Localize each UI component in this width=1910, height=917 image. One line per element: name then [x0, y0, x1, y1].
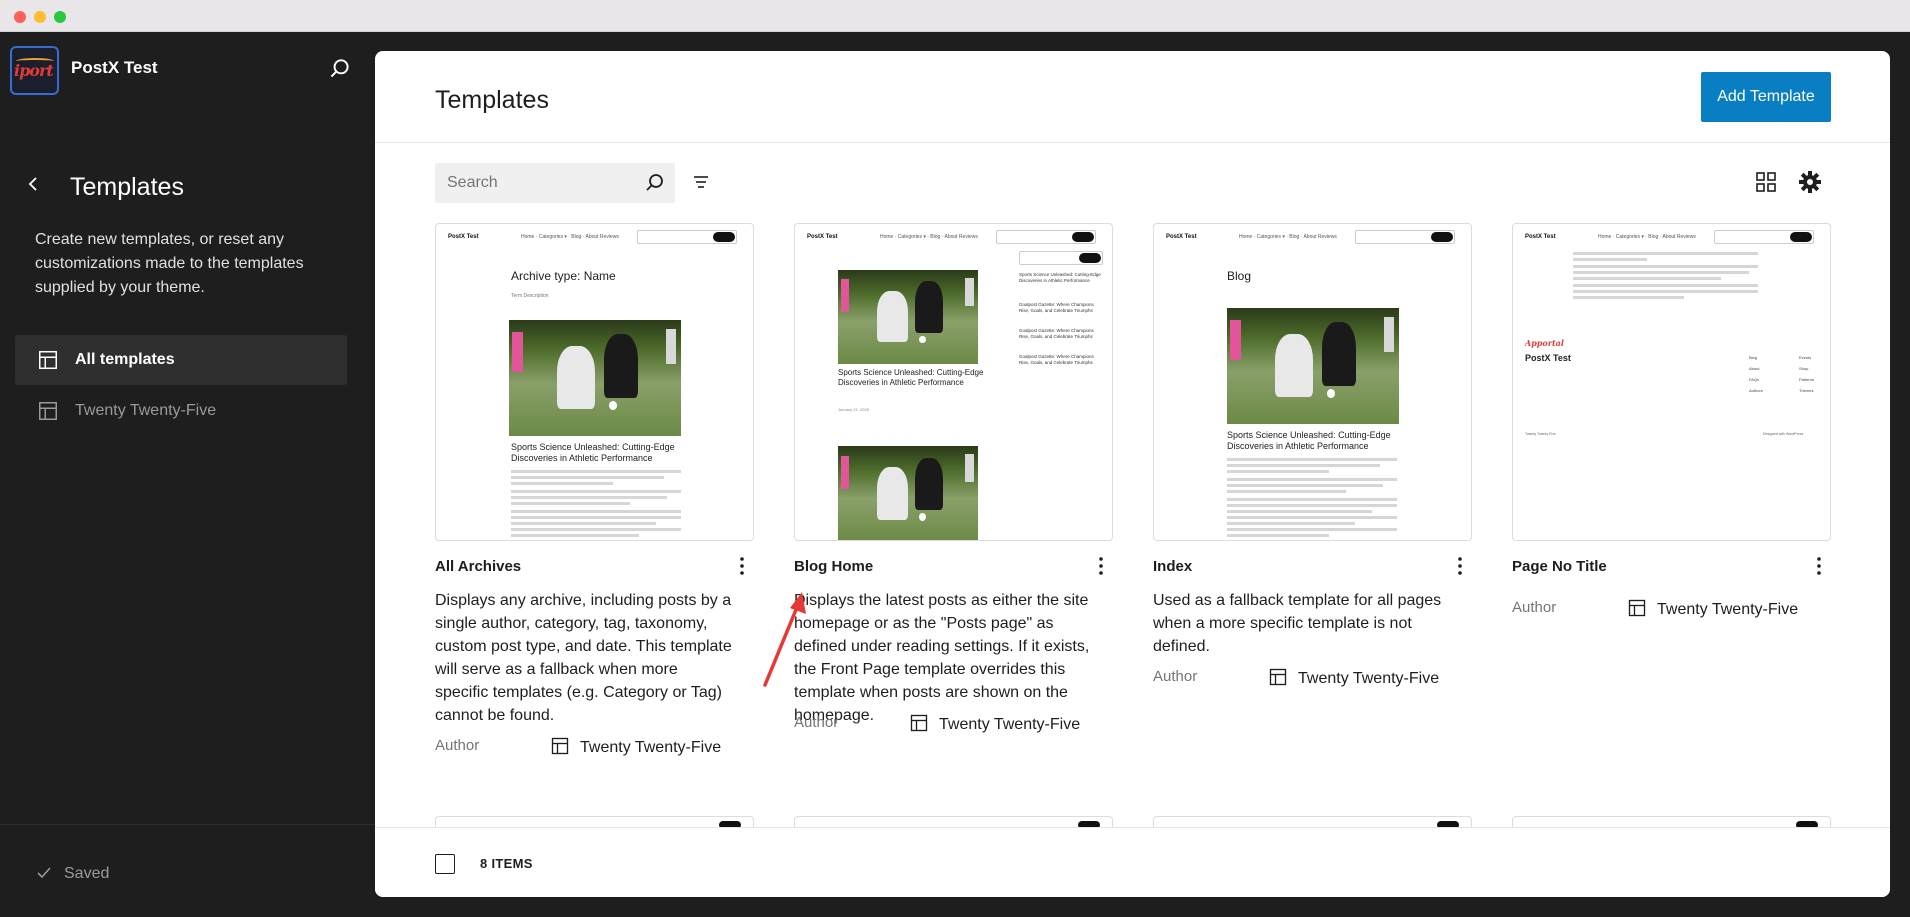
preview-sidebar-item: Sports Science Unleashed: Cutting-Edge D…: [1019, 272, 1101, 283]
layout-icon: [1628, 599, 1646, 617]
page-title: Templates: [435, 86, 549, 114]
preview-photo: [509, 320, 681, 436]
template-preview[interactable]: PostX Test Home · Categories ▾ · Blog · …: [1512, 223, 1831, 541]
check-icon: [37, 867, 51, 879]
sidebar-item-label: Twenty Twenty-Five: [75, 402, 217, 419]
preview-photo: [838, 446, 978, 540]
preview-footer-right: Designed with WordPress: [1763, 432, 1804, 436]
preview-logo-text: Apportal: [1525, 338, 1564, 348]
preview-brand: PostX Test: [1525, 353, 1571, 363]
more-options-icon[interactable]: [1449, 555, 1471, 577]
template-theme-name: Twenty Twenty-Five: [1298, 670, 1440, 687]
sidebar-footer: Saved: [0, 824, 375, 917]
save-status: Saved: [64, 865, 110, 882]
template-author-label: Author: [1153, 668, 1198, 685]
sidebar-title: Templates: [70, 173, 184, 201]
preview-photo: [838, 270, 978, 364]
preview-post-title: Sports Science Unleashed: Cutting-Edge D…: [838, 368, 984, 387]
template-title[interactable]: Index: [1153, 558, 1192, 575]
preview-links-a: Blog About FAQs Authors: [1749, 355, 1763, 393]
select-all-checkbox[interactable]: [435, 854, 455, 874]
template-preview[interactable]: PostX Test Home · Categories ▾ · Blog · …: [435, 223, 754, 541]
template-description: Used as a fallback template for all page…: [1153, 592, 1442, 655]
item-count: 8 ITEMS: [480, 856, 533, 871]
site-logo-text: iport: [14, 61, 54, 80]
annotation-arrow-icon: [763, 592, 806, 687]
sidebar-item-label: All templates: [75, 351, 175, 368]
gear-icon[interactable]: [1796, 168, 1824, 196]
minimize-window-button[interactable]: [34, 11, 46, 23]
template-author-label: Author: [794, 714, 839, 731]
template-theme-name: Twenty Twenty-Five: [580, 739, 722, 756]
site-logo[interactable]: iport: [10, 46, 59, 95]
preview-site-name: PostX Test: [807, 234, 838, 240]
preview-post-title: Sports Science Unleashed: Cutting-Edge D…: [1227, 430, 1391, 451]
template-theme: Twenty Twenty-Five: [550, 736, 721, 757]
more-options-icon[interactable]: [731, 555, 753, 577]
search-field[interactable]: [435, 163, 675, 203]
preview-post-title: Sports Science Unleashed: Cutting-Edge D…: [511, 442, 675, 463]
site-name[interactable]: PostX Test: [71, 58, 158, 78]
layout-icon: [910, 714, 928, 732]
search-icon[interactable]: [643, 171, 667, 195]
preview-footer-left: Twenty Twenty-Five: [1525, 432, 1556, 436]
template-title[interactable]: Blog Home: [794, 558, 873, 575]
add-template-button[interactable]: Add Template: [1701, 72, 1831, 122]
close-window-button[interactable]: [14, 11, 26, 23]
template-theme-name: Twenty Twenty-Five: [1657, 601, 1799, 618]
preview-links-b: Events Shop Patterns Themes: [1799, 355, 1814, 393]
sidebar-item-all-templates[interactable]: All templates: [15, 335, 347, 385]
template-author-label: Author: [1512, 599, 1557, 616]
template-theme: Twenty Twenty-Five: [1627, 598, 1798, 619]
search-input[interactable]: [435, 163, 635, 203]
preview-site-name: PostX Test: [1166, 234, 1197, 240]
grid-view-icon[interactable]: [1752, 168, 1780, 196]
layout-icon: [1269, 668, 1287, 686]
preview-date: January 21, 2025: [838, 407, 869, 412]
template-theme: Twenty Twenty-Five: [909, 713, 1080, 734]
preview-photo: [1227, 308, 1399, 424]
template-description: Displays the latest posts as either the …: [794, 592, 1090, 724]
sidebar-item-twenty-twenty-five[interactable]: Twenty Twenty-Five: [15, 386, 347, 436]
template-preview[interactable]: PostX Test Home · Categories ▾ · Blog · …: [1153, 223, 1472, 541]
preview-subheading: Term Description: [511, 293, 549, 299]
more-options-icon[interactable]: [1090, 555, 1112, 577]
template-author-label: Author: [435, 737, 480, 754]
sidebar-description: Create new templates, or reset any custo…: [35, 231, 304, 296]
main-header: Templates Add Template: [375, 51, 1890, 143]
template-theme: Twenty Twenty-Five: [1268, 667, 1439, 688]
preview-site-name: PostX Test: [448, 234, 479, 240]
preview-site-name: PostX Test: [1525, 234, 1556, 240]
sidebar: iport PostX Test Templates Create new te…: [0, 32, 375, 917]
preview-heading: Blog: [1227, 269, 1252, 283]
preview-sidebar-item: Goalpost Gazette: Where Champions Rise, …: [1019, 328, 1094, 339]
template-preview[interactable]: PostX Test Home · Categories ▾ · Blog · …: [794, 223, 1113, 541]
more-options-icon[interactable]: [1808, 555, 1830, 577]
filter-icon[interactable]: [687, 169, 715, 197]
layout-icon: [551, 737, 569, 755]
window-titlebar: [0, 0, 1910, 32]
template-description: Displays any archive, including posts by…: [435, 592, 732, 724]
preview-sidebar-item: Goalpost Gazette: Where Champions Rise, …: [1019, 302, 1094, 313]
bulk-actions-footer: 8 ITEMS: [375, 827, 1890, 897]
preview-sidebar-item: Goalpost Gazette: Where Champions Rise, …: [1019, 354, 1094, 365]
template-theme-name: Twenty Twenty-Five: [939, 716, 1081, 733]
template-title[interactable]: All Archives: [435, 558, 521, 575]
layout-icon: [39, 402, 57, 420]
search-icon[interactable]: [327, 56, 353, 82]
main-panel: Templates Add Template Search PostX Test…: [375, 51, 1890, 897]
maximize-window-button[interactable]: [54, 11, 66, 23]
app-window: iport PostX Test Templates Create new te…: [0, 0, 1910, 917]
template-title[interactable]: Page No Title: [1512, 558, 1607, 575]
back-chevron-icon[interactable]: [22, 172, 46, 196]
layout-icon: [39, 351, 57, 369]
preview-heading: Archive type: Name: [511, 269, 616, 283]
